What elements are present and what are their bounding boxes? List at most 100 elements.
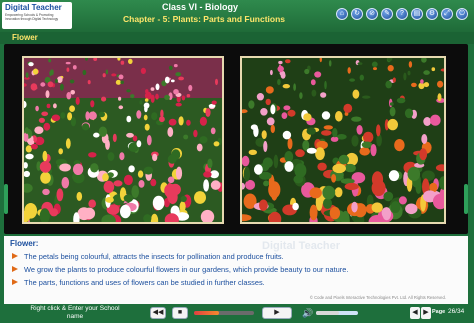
flower-blossom <box>248 149 257 155</box>
flower-blossom <box>294 163 307 178</box>
flower-blossom <box>315 147 325 161</box>
flower-blossom <box>430 114 441 126</box>
flower-blossom <box>144 98 149 102</box>
help-icon[interactable]: ? <box>396 8 408 20</box>
footer-bar: Right click & Enter your School name ◀◀ … <box>0 304 474 323</box>
flower-blossom <box>120 80 124 85</box>
play-button[interactable]: ▶ <box>262 307 292 319</box>
flower-blossom <box>168 65 173 71</box>
flower-blossom <box>173 89 179 95</box>
resize-icon[interactable]: ⤢ <box>441 8 453 20</box>
book-icon[interactable]: ▤ <box>411 8 423 20</box>
flower-blossom <box>105 69 109 75</box>
flower-blossom <box>287 109 296 117</box>
flower-blossom <box>394 139 405 152</box>
flower-blossom <box>118 96 122 101</box>
flower-blossom <box>387 65 394 72</box>
stop-button[interactable]: ■ <box>172 307 188 319</box>
flower-blossom <box>143 166 154 175</box>
flower-blossom <box>136 110 142 119</box>
flower-blossom <box>186 94 191 98</box>
volume-slider[interactable] <box>316 311 358 315</box>
flower-blossom <box>40 82 46 87</box>
volume-icon[interactable]: 🔊 <box>302 308 313 319</box>
flower-blossom <box>293 83 296 91</box>
flower-blossom <box>347 67 351 74</box>
no-entry-icon[interactable]: ⊘ <box>366 8 378 20</box>
flower-blossom <box>268 181 281 199</box>
flower-blossom <box>143 102 150 109</box>
flower-blossom <box>261 130 267 139</box>
flower-blossom <box>82 123 90 131</box>
flower-blossom <box>145 89 149 94</box>
bullet-text: The petals being colourful, attracts the… <box>24 252 284 261</box>
flower-blossom <box>118 105 124 110</box>
flower-blossom <box>173 64 178 68</box>
flower-blossom <box>25 153 34 160</box>
flower-blossom <box>188 84 193 92</box>
school-name-field[interactable]: Right click & Enter your School name <box>10 305 140 321</box>
flower-blossom <box>39 161 52 173</box>
flower-blossom <box>88 199 96 208</box>
flower-blossom <box>321 130 332 136</box>
flower-blossom <box>90 100 95 108</box>
flower-blossom <box>310 79 316 86</box>
next-page-button[interactable]: ▶ <box>421 307 431 319</box>
flower-blossom <box>118 74 124 80</box>
flower-blossom <box>152 195 165 211</box>
flower-blossom <box>103 180 115 193</box>
right-side-tab[interactable] <box>464 184 468 214</box>
flower-blossom <box>403 72 407 81</box>
flower-blossom <box>24 127 29 134</box>
flower-blossom <box>304 68 310 75</box>
flower-blossom <box>150 178 157 187</box>
flower-blossom <box>57 76 63 83</box>
flower-blossom <box>199 116 207 126</box>
flower-blossom <box>140 67 146 74</box>
toolbar: ⌂ ↻ ⊘ ✎ ? ▤ ⚙ ⤢ ⏻ <box>336 8 468 20</box>
flower-blossom <box>199 136 208 144</box>
flower-heading: Flower: <box>10 239 39 248</box>
flower-blossom <box>115 79 121 85</box>
pen-icon[interactable]: ✎ <box>381 8 393 20</box>
flower-blossom <box>334 187 343 198</box>
left-side-tab[interactable] <box>4 184 8 214</box>
flower-blossom <box>120 204 131 219</box>
power-icon[interactable]: ⏻ <box>456 8 468 20</box>
recycle-icon[interactable]: ↻ <box>351 8 363 20</box>
flower-blossom <box>155 83 160 91</box>
flower-blossom <box>43 122 51 131</box>
cosmos-garden-photo <box>240 56 446 224</box>
home-icon[interactable]: ⌂ <box>336 8 348 20</box>
settings-icon[interactable]: ⚙ <box>426 8 438 20</box>
flower-blossom <box>49 208 59 217</box>
flower-blossom <box>144 123 150 131</box>
flower-blossom <box>396 97 406 104</box>
flower-blossom <box>178 76 185 81</box>
flower-blossom <box>320 92 327 98</box>
flower-blossom <box>323 125 333 130</box>
flower-blossom <box>72 65 77 70</box>
flower-blossom <box>49 70 52 77</box>
play-icon: ▶ <box>274 309 280 316</box>
flower-blossom <box>175 102 182 107</box>
flower-blossom <box>193 129 198 138</box>
flower-blossom <box>408 61 413 68</box>
progress-bar[interactable] <box>194 311 254 315</box>
flower-blossom <box>70 90 75 95</box>
flower-blossom <box>54 78 58 84</box>
flower-blossom <box>35 105 39 112</box>
previous-page-button[interactable]: ◀ <box>410 307 420 319</box>
rewind-button[interactable]: ◀◀ <box>150 307 166 319</box>
flower-blossom <box>306 147 317 154</box>
flower-blossom <box>351 201 358 213</box>
flower-blossom <box>126 115 132 123</box>
flower-blossom <box>349 78 355 82</box>
flower-blossom <box>70 117 76 127</box>
flower-blossom <box>41 111 49 117</box>
flower-blossom <box>383 191 394 202</box>
flower-blossom <box>270 124 275 134</box>
flower-blossom <box>186 119 191 126</box>
flower-blossom <box>338 154 350 165</box>
flower-blossom <box>287 138 293 150</box>
